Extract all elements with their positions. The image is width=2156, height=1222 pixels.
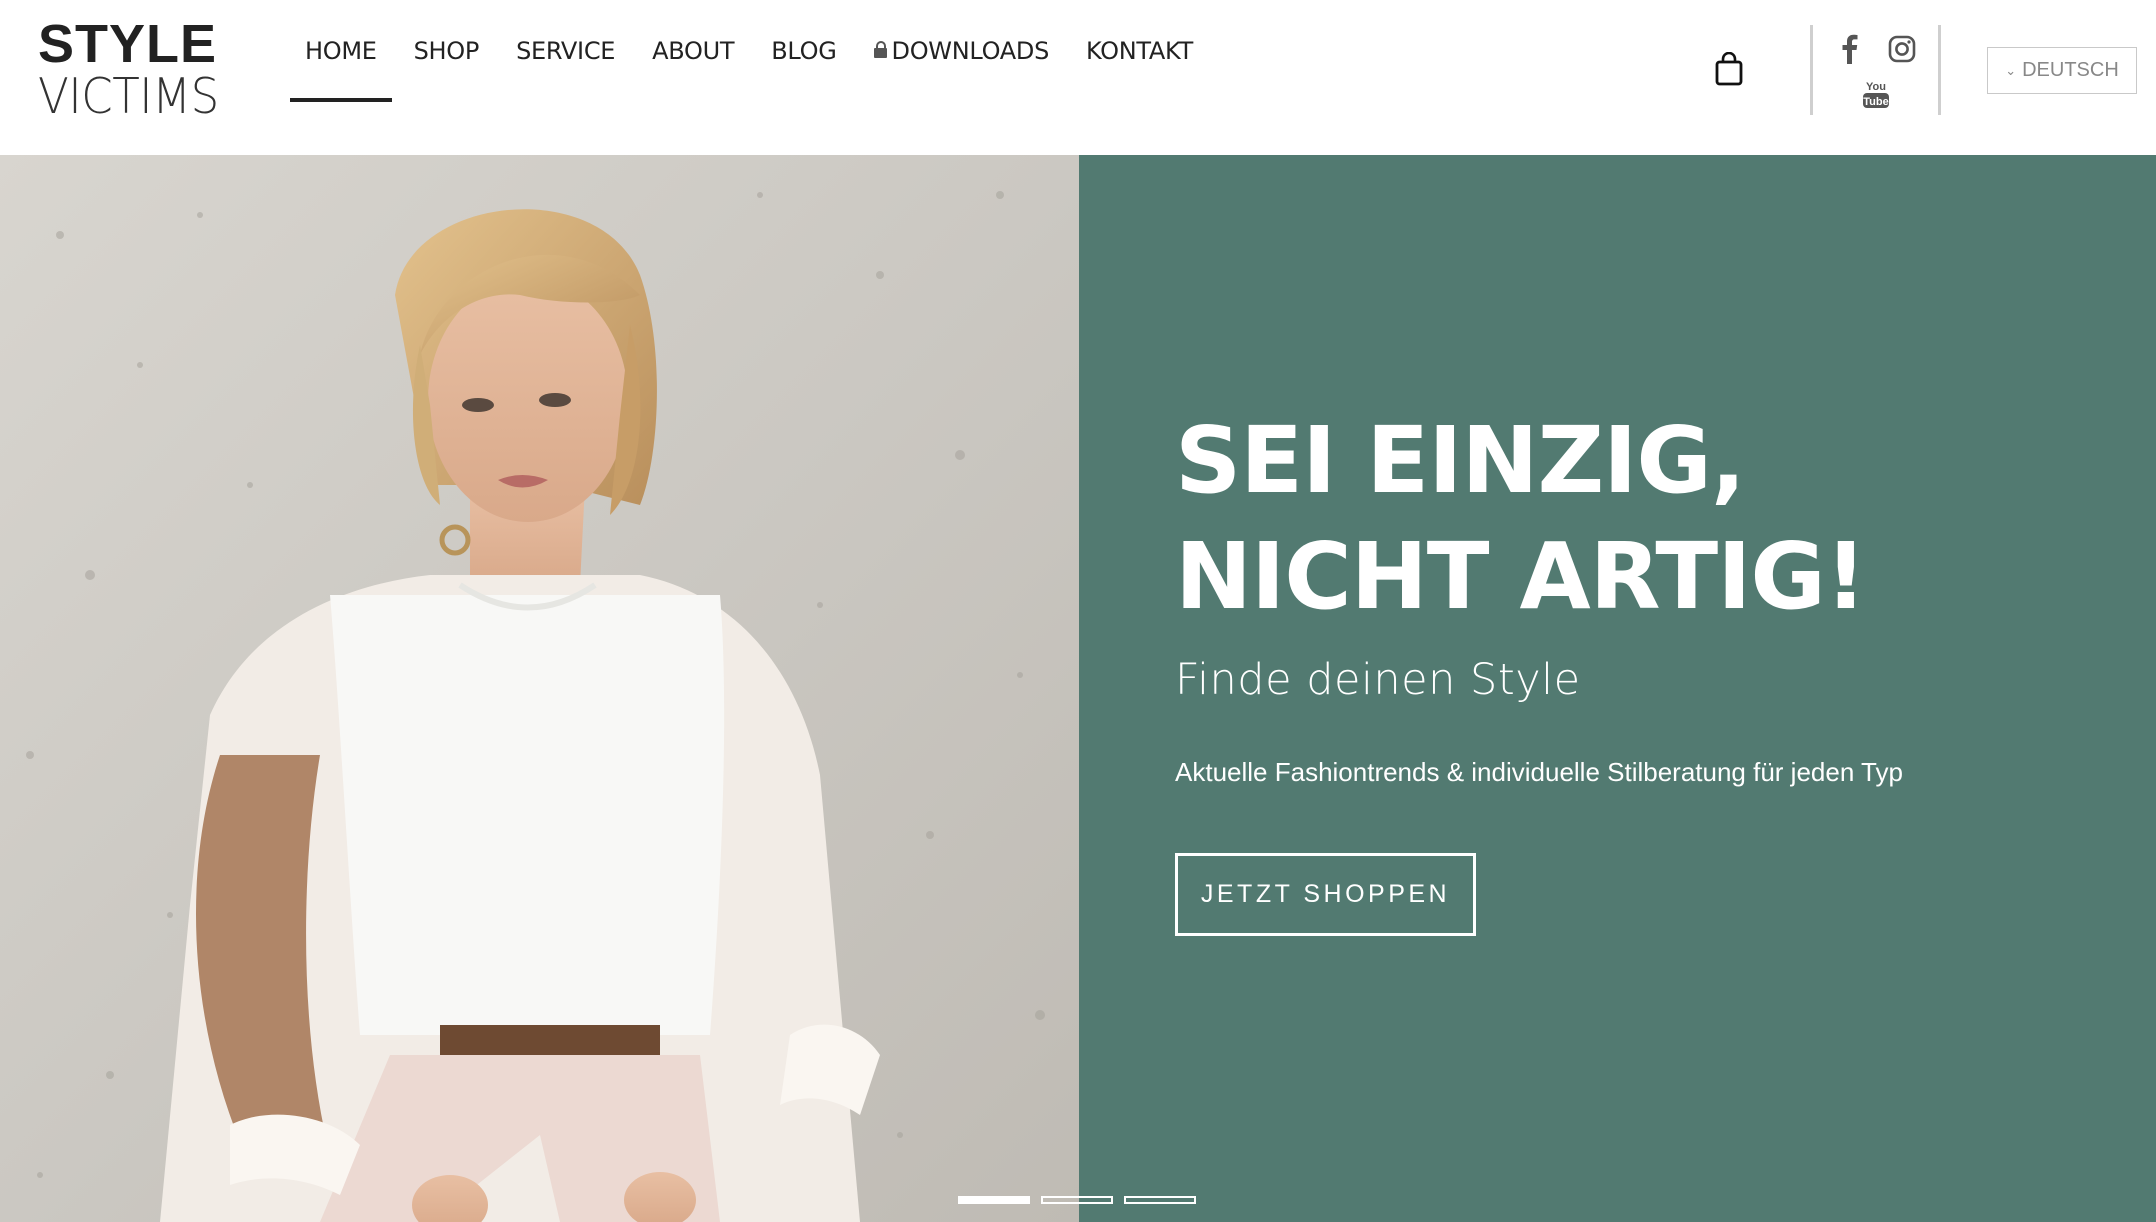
nav-item-kontakt[interactable]: KONTAKT: [1071, 0, 1208, 102]
site-header: STYLE VICTIMS HOME SHOP SERVICE ABOUT BL…: [0, 0, 2156, 155]
shop-now-button[interactable]: JETZT SHOPPEN: [1175, 853, 1476, 936]
brand-logo[interactable]: STYLE VICTIMS: [38, 14, 234, 125]
hero-tagline: Aktuelle Fashiontrends & individuelle St…: [1175, 757, 1903, 787]
nav-item-label: HOME: [305, 37, 377, 65]
hero-headline: SEI EINZIG, NICHT ARTIG!: [1175, 403, 1867, 635]
brand-logo-line2: VICTIMS: [38, 68, 219, 125]
youtube-you-text: You: [1866, 81, 1886, 93]
nav-item-label: DOWNLOADS: [891, 37, 1050, 65]
header-divider: [1938, 25, 1941, 115]
nav-item-blog[interactable]: BLOG: [756, 0, 851, 102]
nav-item-service[interactable]: SERVICE: [501, 0, 630, 102]
shopping-bag-icon[interactable]: [1714, 52, 1744, 86]
youtube-tube-text: Tube: [1863, 96, 1888, 108]
nav-item-label: SERVICE: [516, 37, 616, 65]
nav-item-home[interactable]: HOME: [290, 0, 392, 102]
hero-subheadline: Finde deinen Style: [1175, 655, 1581, 705]
chevron-down-icon: ⌄: [2005, 62, 2017, 78]
main-nav: HOME SHOP SERVICE ABOUT BLOG DOWNLOADS K…: [290, 0, 1208, 102]
slide-indicator-2[interactable]: [1041, 1196, 1113, 1204]
hero-headline-line2: NICHT ARTIG!: [1175, 523, 1867, 630]
language-label: DEUTSCH: [2022, 59, 2119, 81]
hero-panel: SEI EINZIG, NICHT ARTIG! Finde deinen St…: [1079, 155, 2156, 1222]
nav-item-shop[interactable]: SHOP: [399, 0, 494, 102]
nav-item-label: BLOG: [771, 37, 837, 65]
slide-indicator-3[interactable]: [1124, 1196, 1196, 1204]
hero-photo-illustration: [0, 155, 1079, 1222]
facebook-icon[interactable]: [1838, 34, 1860, 64]
header-divider: [1810, 25, 1813, 115]
nav-item-about[interactable]: ABOUT: [637, 0, 749, 102]
instagram-icon[interactable]: [1888, 35, 1916, 63]
nav-item-label: SHOP: [413, 37, 480, 65]
slider-pagination: [958, 1196, 1196, 1204]
lock-icon: [873, 40, 887, 58]
brand-logo-line1: STYLE: [38, 14, 218, 74]
hero-headline-line1: SEI EINZIG,: [1175, 407, 1746, 514]
nav-item-label: KONTAKT: [1086, 37, 1193, 65]
language-selector[interactable]: ⌄ DEUTSCH: [1987, 47, 2137, 94]
hero-image: [0, 155, 1079, 1222]
slide-indicator-1[interactable]: [958, 1196, 1030, 1204]
nav-item-downloads[interactable]: DOWNLOADS: [859, 0, 1064, 102]
youtube-icon[interactable]: You Tube: [1862, 79, 1890, 109]
nav-item-label: ABOUT: [652, 37, 735, 65]
